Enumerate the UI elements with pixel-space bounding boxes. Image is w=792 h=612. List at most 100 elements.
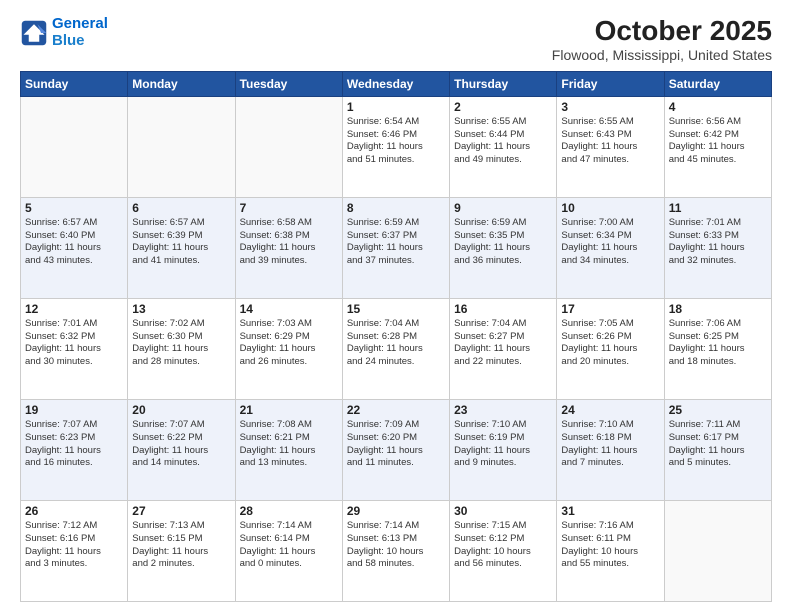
table-cell: 21 Sunrise: 7:08 AM Sunset: 6:21 PM Dayli… bbox=[235, 399, 342, 500]
day-info: Sunrise: 7:05 AM Sunset: 6:26 PM Dayligh… bbox=[561, 318, 659, 369]
day-number: 8 bbox=[347, 201, 445, 215]
title-block: October 2025 Flowood, Mississippi, Unite… bbox=[552, 16, 772, 63]
calendar-row: 12 Sunrise: 7:01 AM Sunset: 6:32 PM Dayli… bbox=[21, 298, 772, 399]
day-info: Sunrise: 7:10 AM Sunset: 6:18 PM Dayligh… bbox=[561, 419, 659, 470]
calendar-row: 19 Sunrise: 7:07 AM Sunset: 6:23 PM Dayli… bbox=[21, 399, 772, 500]
day-number: 14 bbox=[240, 302, 338, 316]
day-info: Sunrise: 6:55 AM Sunset: 6:44 PM Dayligh… bbox=[454, 116, 552, 167]
day-info: Sunrise: 7:08 AM Sunset: 6:21 PM Dayligh… bbox=[240, 419, 338, 470]
day-number: 28 bbox=[240, 504, 338, 518]
day-number: 25 bbox=[669, 403, 767, 417]
table-cell: 12 Sunrise: 7:01 AM Sunset: 6:32 PM Dayli… bbox=[21, 298, 128, 399]
day-number: 23 bbox=[454, 403, 552, 417]
day-number: 22 bbox=[347, 403, 445, 417]
logo: General Blue bbox=[20, 16, 108, 49]
table-cell: 24 Sunrise: 7:10 AM Sunset: 6:18 PM Dayli… bbox=[557, 399, 664, 500]
table-cell bbox=[21, 96, 128, 197]
table-cell: 15 Sunrise: 7:04 AM Sunset: 6:28 PM Dayli… bbox=[342, 298, 449, 399]
day-info: Sunrise: 6:59 AM Sunset: 6:35 PM Dayligh… bbox=[454, 217, 552, 268]
col-thursday: Thursday bbox=[450, 71, 557, 96]
table-cell bbox=[664, 500, 771, 601]
day-number: 10 bbox=[561, 201, 659, 215]
day-info: Sunrise: 6:55 AM Sunset: 6:43 PM Dayligh… bbox=[561, 116, 659, 167]
day-info: Sunrise: 7:02 AM Sunset: 6:30 PM Dayligh… bbox=[132, 318, 230, 369]
table-cell: 29 Sunrise: 7:14 AM Sunset: 6:13 PM Dayli… bbox=[342, 500, 449, 601]
calendar-row: 26 Sunrise: 7:12 AM Sunset: 6:16 PM Dayli… bbox=[21, 500, 772, 601]
day-number: 2 bbox=[454, 100, 552, 114]
day-info: Sunrise: 7:04 AM Sunset: 6:28 PM Dayligh… bbox=[347, 318, 445, 369]
page-subtitle: Flowood, Mississippi, United States bbox=[552, 47, 772, 63]
day-info: Sunrise: 6:56 AM Sunset: 6:42 PM Dayligh… bbox=[669, 116, 767, 167]
calendar: Sunday Monday Tuesday Wednesday Thursday… bbox=[20, 71, 772, 602]
day-info: Sunrise: 7:00 AM Sunset: 6:34 PM Dayligh… bbox=[561, 217, 659, 268]
table-cell: 7Sunrise: 6:58 AM Sunset: 6:38 PM Daylig… bbox=[235, 197, 342, 298]
day-number: 16 bbox=[454, 302, 552, 316]
day-number: 24 bbox=[561, 403, 659, 417]
table-cell: 9 Sunrise: 6:59 AM Sunset: 6:35 PM Daylig… bbox=[450, 197, 557, 298]
col-saturday: Saturday bbox=[664, 71, 771, 96]
day-info: Sunrise: 7:16 AM Sunset: 6:11 PM Dayligh… bbox=[561, 520, 659, 571]
table-cell: 26 Sunrise: 7:12 AM Sunset: 6:16 PM Dayli… bbox=[21, 500, 128, 601]
day-number: 1 bbox=[347, 100, 445, 114]
day-number: 30 bbox=[454, 504, 552, 518]
table-cell bbox=[235, 96, 342, 197]
day-number: 19 bbox=[25, 403, 123, 417]
day-info: Sunrise: 7:03 AM Sunset: 6:29 PM Dayligh… bbox=[240, 318, 338, 369]
day-info: Sunrise: 7:09 AM Sunset: 6:20 PM Dayligh… bbox=[347, 419, 445, 470]
day-number: 4 bbox=[669, 100, 767, 114]
header: General Blue October 2025 Flowood, Missi… bbox=[20, 16, 772, 63]
table-cell: 11 Sunrise: 7:01 AM Sunset: 6:33 PM Dayli… bbox=[664, 197, 771, 298]
day-info: Sunrise: 7:07 AM Sunset: 6:23 PM Dayligh… bbox=[25, 419, 123, 470]
day-info: Sunrise: 7:14 AM Sunset: 6:14 PM Dayligh… bbox=[240, 520, 338, 571]
day-number: 26 bbox=[25, 504, 123, 518]
table-cell bbox=[128, 96, 235, 197]
table-cell: 13Sunrise: 7:02 AM Sunset: 6:30 PM Dayli… bbox=[128, 298, 235, 399]
table-cell: 16 Sunrise: 7:04 AM Sunset: 6:27 PM Dayli… bbox=[450, 298, 557, 399]
day-info: Sunrise: 7:01 AM Sunset: 6:33 PM Dayligh… bbox=[669, 217, 767, 268]
day-number: 18 bbox=[669, 302, 767, 316]
table-cell: 30Sunrise: 7:15 AM Sunset: 6:12 PM Dayli… bbox=[450, 500, 557, 601]
logo-line1: General bbox=[52, 15, 108, 32]
col-tuesday: Tuesday bbox=[235, 71, 342, 96]
day-info: Sunrise: 6:59 AM Sunset: 6:37 PM Dayligh… bbox=[347, 217, 445, 268]
day-number: 20 bbox=[132, 403, 230, 417]
day-number: 11 bbox=[669, 201, 767, 215]
day-info: Sunrise: 7:14 AM Sunset: 6:13 PM Dayligh… bbox=[347, 520, 445, 571]
day-number: 29 bbox=[347, 504, 445, 518]
table-cell: 14 Sunrise: 7:03 AM Sunset: 6:29 PM Dayli… bbox=[235, 298, 342, 399]
logo-icon bbox=[20, 19, 48, 47]
col-monday: Monday bbox=[128, 71, 235, 96]
table-cell: 18 Sunrise: 7:06 AM Sunset: 6:25 PM Dayli… bbox=[664, 298, 771, 399]
day-number: 6 bbox=[132, 201, 230, 215]
table-cell: 19 Sunrise: 7:07 AM Sunset: 6:23 PM Dayli… bbox=[21, 399, 128, 500]
table-cell: 1 Sunrise: 6:54 AM Sunset: 6:46 PM Daylig… bbox=[342, 96, 449, 197]
day-info: Sunrise: 7:06 AM Sunset: 6:25 PM Dayligh… bbox=[669, 318, 767, 369]
col-sunday: Sunday bbox=[21, 71, 128, 96]
table-cell: 3Sunrise: 6:55 AM Sunset: 6:43 PM Daylig… bbox=[557, 96, 664, 197]
day-info: Sunrise: 6:57 AM Sunset: 6:39 PM Dayligh… bbox=[132, 217, 230, 268]
calendar-row: 1 Sunrise: 6:54 AM Sunset: 6:46 PM Daylig… bbox=[21, 96, 772, 197]
table-cell: 20 Sunrise: 7:07 AM Sunset: 6:22 PM Dayli… bbox=[128, 399, 235, 500]
col-wednesday: Wednesday bbox=[342, 71, 449, 96]
day-number: 27 bbox=[132, 504, 230, 518]
table-cell: 23Sunrise: 7:10 AM Sunset: 6:19 PM Dayli… bbox=[450, 399, 557, 500]
day-info: Sunrise: 6:57 AM Sunset: 6:40 PM Dayligh… bbox=[25, 217, 123, 268]
day-number: 21 bbox=[240, 403, 338, 417]
day-info: Sunrise: 7:01 AM Sunset: 6:32 PM Dayligh… bbox=[25, 318, 123, 369]
day-info: Sunrise: 6:58 AM Sunset: 6:38 PM Dayligh… bbox=[240, 217, 338, 268]
table-cell: 10 Sunrise: 7:00 AM Sunset: 6:34 PM Dayli… bbox=[557, 197, 664, 298]
day-info: Sunrise: 7:13 AM Sunset: 6:15 PM Dayligh… bbox=[132, 520, 230, 571]
day-info: Sunrise: 7:11 AM Sunset: 6:17 PM Dayligh… bbox=[669, 419, 767, 470]
day-number: 17 bbox=[561, 302, 659, 316]
day-number: 12 bbox=[25, 302, 123, 316]
day-info: Sunrise: 6:54 AM Sunset: 6:46 PM Dayligh… bbox=[347, 116, 445, 167]
table-cell: 22 Sunrise: 7:09 AM Sunset: 6:20 PM Dayli… bbox=[342, 399, 449, 500]
day-info: Sunrise: 7:07 AM Sunset: 6:22 PM Dayligh… bbox=[132, 419, 230, 470]
day-info: Sunrise: 7:12 AM Sunset: 6:16 PM Dayligh… bbox=[25, 520, 123, 571]
table-cell: 27 Sunrise: 7:13 AM Sunset: 6:15 PM Dayli… bbox=[128, 500, 235, 601]
day-number: 15 bbox=[347, 302, 445, 316]
day-number: 9 bbox=[454, 201, 552, 215]
day-info: Sunrise: 7:04 AM Sunset: 6:27 PM Dayligh… bbox=[454, 318, 552, 369]
table-cell: 2 Sunrise: 6:55 AM Sunset: 6:44 PM Daylig… bbox=[450, 96, 557, 197]
table-cell: 4 Sunrise: 6:56 AM Sunset: 6:42 PM Daylig… bbox=[664, 96, 771, 197]
